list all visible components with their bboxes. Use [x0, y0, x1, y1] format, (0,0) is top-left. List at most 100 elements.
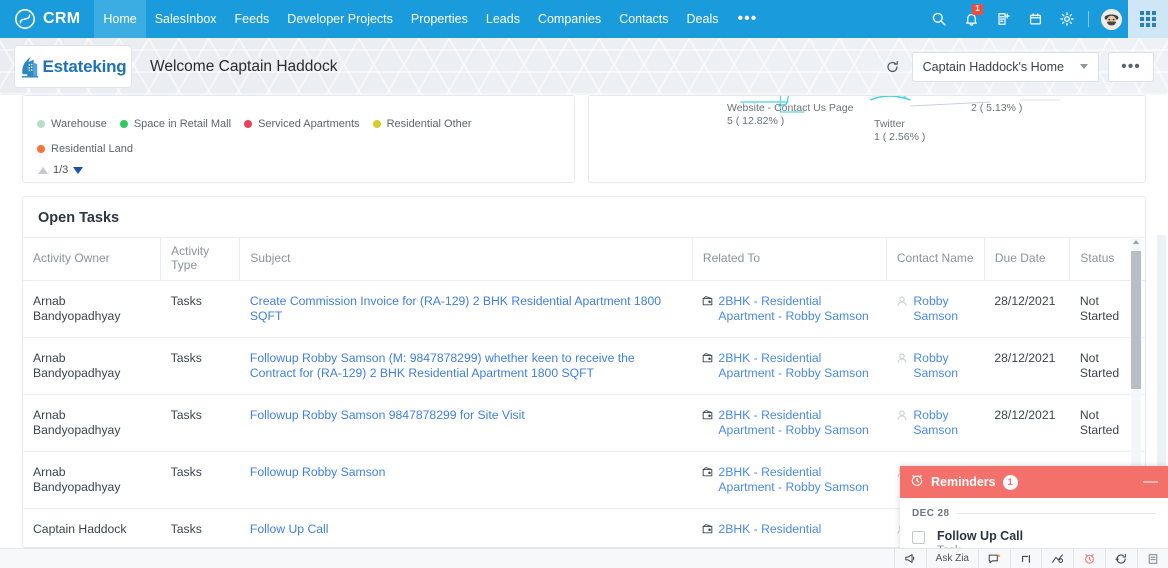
- table-row[interactable]: Arnab Bandyopadhyay Tasks Create Commiss…: [23, 280, 1145, 338]
- deal-icon: [702, 409, 713, 438]
- column-header-activity-owner[interactable]: Activity Owner: [23, 237, 162, 281]
- alarm-clock-icon[interactable]: [1073, 548, 1105, 568]
- cell-activity-type: Tasks: [160, 451, 240, 509]
- add-timer-icon[interactable]: [1105, 548, 1137, 568]
- user-avatar[interactable]: [1094, 0, 1128, 38]
- nav-item-salesinbox[interactable]: SalesInbox: [146, 0, 226, 38]
- date-divider: [957, 513, 1156, 514]
- bottom-toolbar: Ask Zia: [0, 548, 1168, 568]
- reminder-title[interactable]: Follow Up Call: [937, 529, 1023, 543]
- nav-item-leads[interactable]: Leads: [477, 0, 529, 38]
- chart-pager: 1/3: [23, 155, 574, 176]
- nav-item-home[interactable]: Home: [94, 0, 146, 38]
- refresh-icon[interactable]: [882, 56, 903, 78]
- contact-link[interactable]: Robby Samson: [913, 294, 974, 324]
- table-scrollbar-thumb[interactable]: [1131, 251, 1141, 389]
- nav-item-developer-projects[interactable]: Developer Projects: [278, 0, 402, 38]
- cell-subject-link[interactable]: Followup Robby Samson: [239, 451, 693, 509]
- cell-activity-owner: Arnab Bandyopadhyay: [23, 394, 161, 452]
- search-icon[interactable]: [923, 0, 955, 38]
- legend-label: Residential Land: [51, 143, 133, 155]
- legend-color-dot: [372, 120, 381, 128]
- legend-color-dot: [119, 120, 128, 128]
- nav-divider: [1088, 11, 1089, 27]
- cell-subject-link[interactable]: Create Commission Invoice for (RA-129) 2…: [239, 280, 693, 338]
- ask-zia-button[interactable]: Ask Zia: [925, 548, 978, 568]
- nav-item-contacts[interactable]: Contacts: [610, 0, 677, 38]
- expand-icon[interactable]: [1010, 548, 1041, 568]
- pie-leader-lines: [740, 96, 1061, 113]
- scroll-up-arrow-icon[interactable]: [1133, 240, 1139, 244]
- column-header-contact-name[interactable]: Contact Name: [886, 237, 985, 281]
- legend-item-residential-land[interactable]: Residential Land: [37, 143, 133, 155]
- home-view-selector[interactable]: Captain Haddock's Home: [911, 51, 1099, 82]
- crm-spiral-logo-icon: [14, 8, 36, 30]
- nav-right-actions: 1: [923, 0, 1168, 38]
- cell-subject-link[interactable]: Follow Up Call: [239, 508, 693, 537]
- cell-related-to: 2BHK - Residential Apartment - Robby Sam…: [692, 394, 887, 452]
- analytics-icon[interactable]: [1041, 548, 1073, 568]
- nav-item-deals[interactable]: Deals: [678, 0, 728, 38]
- cell-subject-link[interactable]: Followup Robby Samson (M: 9847878299) wh…: [239, 337, 693, 395]
- column-header-activity-type[interactable]: Activity Type: [160, 237, 241, 281]
- cell-related-to: 2BHK - Residential Apartment - Robby Sam…: [692, 451, 887, 509]
- cell-subject-link[interactable]: Followup Robby Samson 9847878299 for Sit…: [239, 394, 693, 452]
- reminders-title: Reminders: [931, 475, 996, 489]
- reminders-count-badge: 1: [1002, 474, 1018, 490]
- dashboard-body: Warehouse Space in Retail Mall Serviced …: [0, 95, 1168, 568]
- add-note-icon[interactable]: [987, 0, 1019, 38]
- reminder-checkbox[interactable]: [912, 531, 925, 544]
- related-to-link[interactable]: 2BHK - Residential Apartment - Robby Sam…: [718, 294, 876, 324]
- legend-item-serviced-apartments[interactable]: Serviced Apartments: [244, 118, 360, 130]
- pie-label-name: Website - Contact Us Page: [727, 102, 854, 114]
- pager-next-icon[interactable]: [73, 166, 84, 174]
- cell-activity-type: Tasks: [160, 508, 240, 537]
- nav-item-feeds[interactable]: Feeds: [226, 0, 279, 38]
- minimize-icon[interactable]: —: [1143, 474, 1158, 489]
- header-more-button[interactable]: •••: [1108, 51, 1154, 82]
- widget-property-type-chart: Warehouse Space in Retail Mall Serviced …: [22, 95, 575, 183]
- related-to-link[interactable]: 2BHK - Residential Apartment - Robby Sam…: [718, 408, 876, 438]
- column-header-due-date[interactable]: Due Date: [984, 237, 1071, 281]
- org-logo[interactable]: Estateking: [14, 45, 132, 88]
- pager-previous-icon[interactable]: [38, 166, 48, 174]
- related-to-link[interactable]: 2BHK - Residential Apartment - Robby Sam…: [718, 351, 876, 381]
- calendar-icon[interactable]: [1019, 0, 1051, 38]
- table-row[interactable]: Arnab Bandyopadhyay Tasks Followup Robby…: [23, 337, 1145, 395]
- apps-grid-icon[interactable]: [1128, 0, 1168, 38]
- legend-color-dot: [244, 120, 253, 128]
- reminders-header: Reminders 1 —: [900, 466, 1168, 498]
- crm-brand[interactable]: CRM: [0, 0, 94, 38]
- reminders-date-group: DEC 28: [912, 508, 1156, 519]
- legend-item-warehouse[interactable]: Warehouse: [37, 118, 107, 130]
- nav-item-properties[interactable]: Properties: [402, 0, 477, 38]
- notification-badge: 1: [972, 4, 983, 15]
- related-to-link[interactable]: 2BHK - Residential Apartment - Robby Sam…: [718, 522, 876, 537]
- notification-bell-icon[interactable]: 1: [955, 0, 987, 38]
- cell-related-to: 2BHK - Residential Apartment - Robby Sam…: [692, 337, 887, 395]
- notes-icon[interactable]: [1137, 548, 1168, 568]
- crm-brand-label: CRM: [43, 10, 81, 27]
- pie-label-other: 2 ( 5.13% ): [971, 102, 1022, 115]
- chevron-down-icon: [1080, 64, 1088, 69]
- table-row[interactable]: Arnab Bandyopadhyay Tasks Followup Robby…: [23, 394, 1145, 452]
- settings-gear-icon[interactable]: [1051, 0, 1083, 38]
- column-header-related-to[interactable]: Related To: [692, 237, 887, 281]
- megaphone-icon[interactable]: [893, 548, 926, 568]
- nav-item-companies[interactable]: Companies: [529, 0, 610, 38]
- legend-item-residential-other[interactable]: Residential Other: [372, 118, 472, 130]
- legend-item-space-in-retail-mall[interactable]: Space in Retail Mall: [119, 118, 231, 130]
- cell-activity-type: Tasks: [160, 394, 240, 452]
- contact-link[interactable]: Robby Samson: [913, 351, 974, 381]
- cell-activity-owner: Arnab Bandyopadhyay: [23, 451, 161, 509]
- widgets-row: Warehouse Space in Retail Mall Serviced …: [22, 95, 1146, 183]
- nav-more-menu-button[interactable]: •••: [728, 0, 768, 38]
- nav-item-list: Home SalesInbox Feeds Developer Projects…: [94, 0, 767, 38]
- welcome-message: Welcome Captain Haddock: [150, 57, 338, 75]
- related-to-link[interactable]: 2BHK - Residential Apartment - Robby Sam…: [718, 465, 876, 495]
- chat-info-icon[interactable]: [978, 548, 1010, 568]
- contact-avatar-icon: [896, 295, 908, 324]
- avatar-image: [1100, 8, 1122, 30]
- column-header-subject[interactable]: Subject: [239, 237, 693, 281]
- contact-link[interactable]: Robby Samson: [913, 408, 974, 438]
